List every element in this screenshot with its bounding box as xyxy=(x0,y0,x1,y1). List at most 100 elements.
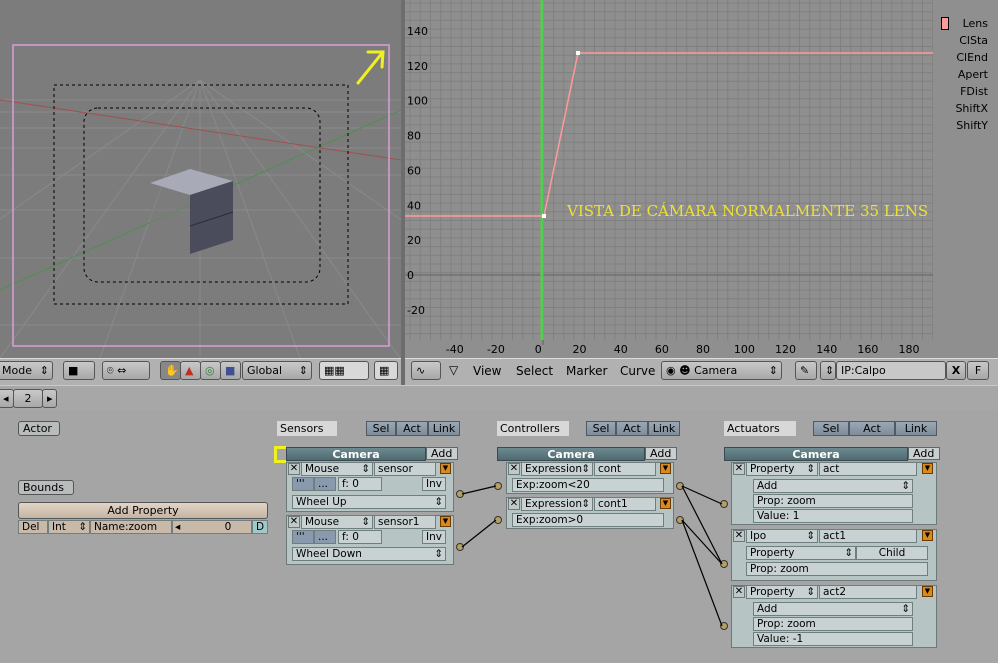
ipo-channel-clsta[interactable]: ClSta xyxy=(959,34,988,47)
layer-lock-button[interactable]: ▦ xyxy=(374,361,398,380)
sensors-sel-button[interactable]: Sel xyxy=(366,421,396,436)
actuator-mode-select[interactable]: Add ⇕ xyxy=(753,479,913,493)
sensor-collapse-icon[interactable]: ▼ xyxy=(440,516,451,527)
sensor-type-select[interactable]: Mouse ⇕ xyxy=(301,462,373,476)
actuators-add-button[interactable]: Add xyxy=(908,447,940,460)
sensor-invert-button[interactable]: Inv xyxy=(422,530,446,544)
layers-grid[interactable]: ▦▦ xyxy=(319,361,369,380)
unlink-ipo-button[interactable]: X xyxy=(946,361,966,380)
actuator-delete-icon[interactable]: ✕ xyxy=(733,463,745,475)
3d-viewport[interactable] xyxy=(0,0,401,358)
frame-number-field[interactable]: 2 xyxy=(13,389,43,408)
sensor-invert-button[interactable]: Inv xyxy=(422,477,446,491)
ipo-channel-fdist[interactable]: FDist xyxy=(960,85,988,98)
keyframe-point[interactable] xyxy=(576,51,580,55)
ipo-name-field[interactable]: IP:Calpo xyxy=(836,361,946,380)
actuator-child-toggle[interactable]: Child xyxy=(856,546,928,560)
lens-curve[interactable] xyxy=(405,52,933,217)
actuator-name-field[interactable]: act1 xyxy=(819,529,917,543)
menu-marker[interactable]: Marker xyxy=(566,363,607,379)
actuators-act-button[interactable]: Act xyxy=(849,421,895,436)
controller-delete-icon[interactable]: ✕ xyxy=(508,498,520,510)
menu-curve[interactable]: Curve xyxy=(620,363,655,379)
ipo-channel-lens[interactable]: Lens xyxy=(963,17,988,30)
sensor-frequency-field[interactable]: f: 0 xyxy=(338,530,382,544)
actuator-name-field[interactable]: act xyxy=(819,462,917,476)
controllers-add-button[interactable]: Add xyxy=(645,447,677,460)
menu-select[interactable]: Select xyxy=(516,363,553,379)
add-property-button[interactable]: Add Property xyxy=(18,502,268,519)
translate-button[interactable]: ▲ xyxy=(180,361,201,380)
actuator-mode-select[interactable]: Property ⇕ xyxy=(746,546,856,560)
actuator-value-field[interactable]: Value: 1 xyxy=(753,509,913,523)
actuator-prop-field[interactable]: Prop: zoom xyxy=(753,617,913,631)
actuator-type-select[interactable]: Property ⇕ xyxy=(746,462,818,476)
frame-prev-button[interactable]: ◂ xyxy=(0,389,14,408)
fake-user-button[interactable]: F xyxy=(967,361,989,380)
draw-type-button[interactable]: ■ xyxy=(63,361,95,380)
sensor-name-field[interactable]: sensor xyxy=(374,462,436,476)
controller-expression-field[interactable]: Exp:zoom>0 xyxy=(512,513,664,527)
keyframe-point[interactable] xyxy=(542,214,546,218)
sensor-pulse-false[interactable]: ... xyxy=(314,530,336,544)
bounds-button[interactable]: Bounds xyxy=(18,480,74,495)
orientation-select[interactable]: Global ⇕ xyxy=(242,361,312,380)
sensor-pulse-false[interactable]: ... xyxy=(314,477,336,491)
sensor-pulse-true[interactable]: ''' xyxy=(292,530,314,544)
controllers-act-button[interactable]: Act xyxy=(616,421,648,436)
sensor-frequency-field[interactable]: f: 0 xyxy=(338,477,382,491)
sensor-output-connector[interactable] xyxy=(456,490,464,498)
sensor-delete-icon[interactable]: ✕ xyxy=(288,463,300,475)
actuator-value-field[interactable]: Value: -1 xyxy=(753,632,913,646)
property-debug-toggle[interactable]: D xyxy=(252,520,268,534)
menu-view[interactable]: View xyxy=(473,363,501,379)
ipo-browse-button[interactable]: ⇕ xyxy=(820,361,836,380)
actuator-input-connector[interactable] xyxy=(720,622,728,630)
ipo-channel-shifty[interactable]: ShiftY xyxy=(956,119,988,132)
scale-button[interactable]: ■ xyxy=(220,361,241,380)
property-value-field[interactable]: ◂ 0 xyxy=(172,520,252,534)
ipo-divider[interactable] xyxy=(401,0,405,385)
controller-type-select[interactable]: Expression ⇕ xyxy=(521,497,593,511)
controller-output-connector[interactable] xyxy=(676,516,684,524)
controller-expression-field[interactable]: Exp:zoom<20 xyxy=(512,478,664,492)
actuators-link-button[interactable]: Link xyxy=(895,421,937,436)
sensors-link-button[interactable]: Link xyxy=(428,421,460,436)
frame-next-button[interactable]: ▸ xyxy=(42,389,57,408)
editor-type-button[interactable]: ∿ xyxy=(411,361,441,380)
controller-name-field[interactable]: cont1 xyxy=(594,497,656,511)
controller-input-connector[interactable] xyxy=(494,516,502,524)
controllers-sel-button[interactable]: Sel xyxy=(586,421,616,436)
sensors-act-button[interactable]: Act xyxy=(396,421,428,436)
actuators-sel-button[interactable]: Sel xyxy=(813,421,849,436)
actuator-type-select[interactable]: Property ⇕ xyxy=(746,585,818,599)
actuator-name-field[interactable]: act2 xyxy=(819,585,917,599)
sensor-event-select[interactable]: Wheel Up ⇕ xyxy=(292,495,446,509)
manipulator-hand-button[interactable]: ✋ xyxy=(160,361,181,380)
actuator-prop-field[interactable]: Prop: zoom xyxy=(746,562,928,576)
ipo-channel-clend[interactable]: ClEnd xyxy=(956,51,988,64)
sensor-delete-icon[interactable]: ✕ xyxy=(288,516,300,528)
rotate-button[interactable]: ◎ xyxy=(200,361,221,380)
collapse-menus-icon[interactable]: ▽ xyxy=(449,362,458,378)
controllers-link-button[interactable]: Link xyxy=(648,421,680,436)
sensor-name-field[interactable]: sensor1 xyxy=(374,515,436,529)
sensor-pulse-true[interactable]: ''' xyxy=(292,477,314,491)
property-del-button[interactable]: Del xyxy=(18,520,48,534)
sensor-type-select[interactable]: Mouse ⇕ xyxy=(301,515,373,529)
actuator-prop-field[interactable]: Prop: zoom xyxy=(753,494,913,508)
mode-select[interactable]: Mode ⇕ xyxy=(0,361,53,380)
actor-button[interactable]: Actor xyxy=(18,421,60,436)
property-type-select[interactable]: Int ⇕ xyxy=(48,520,90,534)
property-name-field[interactable]: Name:zoom xyxy=(90,520,172,534)
controller-name-field[interactable]: cont xyxy=(594,462,656,476)
controller-collapse-icon[interactable]: ▼ xyxy=(660,498,671,509)
ipo-channel-shiftx[interactable]: ShiftX xyxy=(955,102,988,115)
actuator-delete-icon[interactable]: ✕ xyxy=(733,586,745,598)
object-type-select[interactable]: ◉ ☻ Camera ⇕ xyxy=(661,361,782,380)
actuator-collapse-icon[interactable]: ▼ xyxy=(922,463,933,474)
controller-output-connector[interactable] xyxy=(676,482,684,490)
sensor-collapse-icon[interactable]: ▼ xyxy=(440,463,451,474)
ipo-curve-area[interactable]: 140 120 100 80 60 40 20 0 -20 -40 -20 0 20 40 60 80 100… xyxy=(405,0,933,358)
controller-type-select[interactable]: Expression ⇕ xyxy=(521,462,593,476)
